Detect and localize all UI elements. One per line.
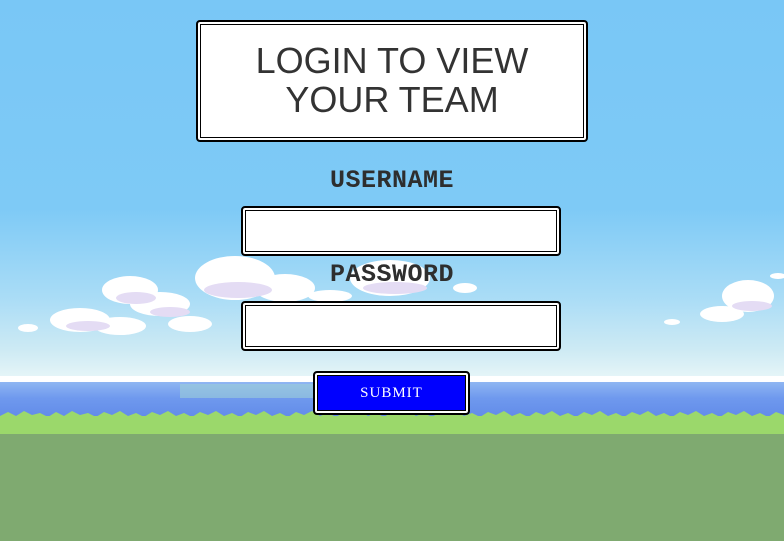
grass-strip	[0, 416, 784, 436]
title-panel: LOGIN TO VIEW YOUR TEAM	[196, 20, 588, 142]
ground	[0, 434, 784, 541]
password-input[interactable]	[241, 301, 561, 351]
shore-glow	[180, 384, 320, 398]
page-title: LOGIN TO VIEW YOUR TEAM	[255, 40, 529, 120]
username-input[interactable]	[241, 206, 561, 256]
password-label: PASSWORD	[329, 260, 455, 289]
submit-button[interactable]: SUBMIT	[313, 371, 470, 415]
username-label: USERNAME	[329, 166, 455, 195]
